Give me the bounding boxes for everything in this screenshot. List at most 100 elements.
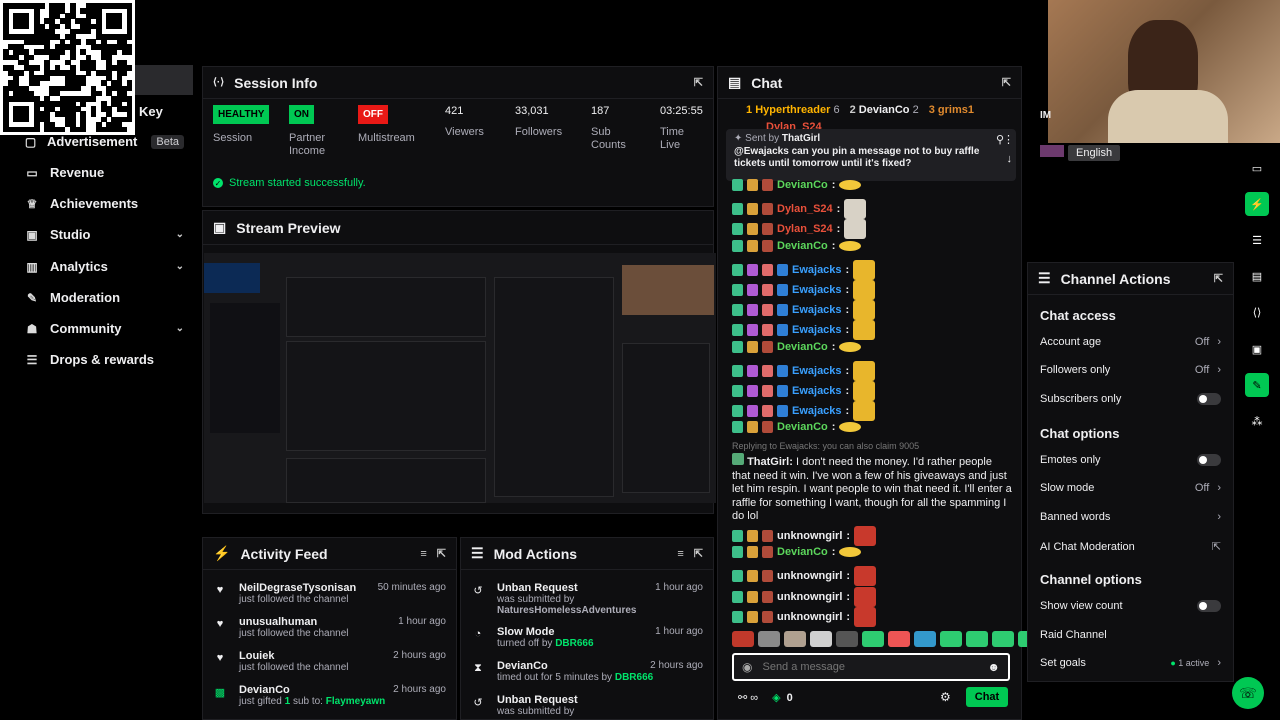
chat-user[interactable]: Ewajacks [792,405,842,417]
sidebar-item-revenue[interactable]: ▭ Revenue [24,165,184,180]
emote-option[interactable] [940,631,962,647]
filter-icon[interactable]: ≡ [677,548,683,560]
sidebar-item-community[interactable]: ☗ Community ⌄ [24,321,184,336]
raid-channel-row[interactable]: Raid Channel [1040,629,1221,641]
chat-user[interactable]: unknowngirl [777,611,842,623]
emote-option[interactable] [758,631,780,647]
sidebar-item-moderation[interactable]: ✎ Moderation [24,290,184,305]
chat-user[interactable]: Ewajacks [792,264,842,276]
popout-icon[interactable]: ⇱ [1214,272,1223,285]
chat-user[interactable]: DevianCo [777,421,828,433]
rail-preview-icon[interactable]: ▣ [1245,337,1269,361]
filter-icon[interactable]: ≡ [420,548,426,560]
panel-title: Channel Actions [1060,270,1171,287]
view-count-toggle[interactable] [1197,600,1221,612]
emote-image [854,586,877,607]
popout-icon[interactable]: ⇱ [694,76,703,89]
emote-option[interactable] [966,631,988,647]
emote-option[interactable] [914,631,936,647]
external-link-icon: ⇱ [1211,541,1221,553]
emote-option[interactable] [992,631,1014,647]
language-badge[interactable]: English [1068,145,1121,161]
chat-user[interactable]: Ewajacks [792,304,842,316]
chat-user[interactable]: DevianCo [777,240,828,252]
rail-list-icon[interactable]: ☰ [1245,228,1269,252]
followers-only-row[interactable]: Followers only Off › [1040,364,1221,376]
rail-code-icon[interactable]: ⟨⟩ [1245,300,1269,324]
stream-preview-video[interactable] [204,253,716,503]
slow-mode-row[interactable]: Slow mode Off › [1040,482,1221,494]
badge-icon [762,530,773,542]
chat-user[interactable]: Dylan_S24 [777,203,833,215]
sidebar-item-key[interactable]: Key [135,104,195,119]
rail-wrench-icon[interactable]: ✎ [1245,373,1269,397]
chat-user[interactable]: DevianCo [777,341,828,353]
popout-icon[interactable]: ⇱ [1002,76,1011,89]
row-label: Set goals [1040,657,1086,669]
ai-moderation-row[interactable]: AI Chat Moderation ⇱ [1040,540,1221,554]
badge-icon [732,263,743,276]
chat-user[interactable]: DevianCo [777,179,828,191]
sidebar-item-advertisement[interactable]: ▢ Advertisement Beta [24,134,184,149]
badge-icon [747,324,758,337]
popout-icon[interactable]: ⇱ [694,547,703,560]
feed-target[interactable]: Flaymeyawn [326,696,385,707]
badge-icon [747,530,758,542]
emote-option[interactable] [810,631,832,647]
mod-target[interactable]: DBR666 [555,638,593,649]
mod-target[interactable]: DBR666 [615,672,653,683]
set-goals-row[interactable]: Set goals ● 1 active › [1040,657,1221,669]
rank-icon: 3 [928,104,935,116]
chat-user[interactable]: Dylan_S24 [777,223,833,235]
chat-user[interactable]: Ewajacks [792,365,842,377]
emote-option[interactable] [732,631,754,647]
chat-user[interactable]: unknowngirl [777,570,842,582]
settings-gear-icon[interactable]: ⚙ [940,690,951,704]
stat-viewers: 421 Viewers [445,105,484,139]
chat-user[interactable]: Ewajacks [792,385,842,397]
arrow-down-icon[interactable]: ↓ [1007,153,1013,165]
sidebar-item-achievements[interactable]: ♕ Achievements [24,196,184,211]
rail-activity-icon[interactable]: ⚡ [1245,192,1269,216]
chat-user[interactable]: DevianCo [777,546,828,558]
chat-user[interactable]: Ewajacks [792,284,842,296]
rail-extra-icon[interactable]: ⁂ [1245,409,1269,433]
mod-target[interactable]: NaturesHomelessAdventures [497,605,703,616]
emote-picker-icon[interactable]: ◉ [742,660,752,674]
share-icon[interactable]: ⚯ ∞ [738,691,758,704]
badge-icon [732,385,743,397]
smile-icon[interactable]: ☻ [987,660,1000,674]
rail-chat-icon[interactable]: ▤ [1245,264,1269,288]
subscribers-only-toggle[interactable] [1197,393,1221,405]
help-chat-button[interactable]: ☏ [1232,677,1264,709]
badge-icon [747,239,758,252]
sidebar-item-studio[interactable]: ▣ Studio ⌄ [24,227,184,242]
list-item: ♥ NeilDegraseTysonisan just followed the c… [213,582,446,605]
account-age-row[interactable]: Account age Off › [1040,336,1221,348]
chat-input[interactable]: ◉☻ [732,653,1010,681]
badge-icon [732,179,743,191]
chat-user[interactable]: Ewajacks [792,324,842,336]
badge-icon [732,324,743,337]
chat-message: Ewajacks: [732,280,876,300]
leader-1[interactable]: 1 Hyperthreader 6 [746,104,840,116]
chat-user[interactable]: unknowngirl [777,530,842,542]
sidebar-item-drops[interactable]: ☰ Drops & rewards [24,352,184,367]
chat-user[interactable]: unknowngirl [777,591,842,603]
leader-3[interactable]: 3 grims1 [929,104,974,116]
rail-session-icon[interactable]: ▭ [1245,156,1269,180]
popout-icon[interactable]: ⇱ [437,547,446,560]
panel-title: Stream Preview [236,219,341,236]
leader-2[interactable]: 2 DevianCo 2 [850,104,919,116]
emote-option[interactable] [784,631,806,647]
banned-words-row[interactable]: Banned words › [1040,511,1221,523]
message-input[interactable] [762,661,978,673]
emotes-only-toggle[interactable] [1197,454,1221,466]
emote-option[interactable] [836,631,858,647]
send-chat-button[interactable]: Chat [966,687,1008,707]
more-icon[interactable]: ⋮ [1003,133,1014,146]
emote-option[interactable] [862,631,884,647]
emote-option[interactable] [888,631,910,647]
chevron-right-icon: › [1217,336,1221,348]
sidebar-item-analytics[interactable]: ▥ Analytics ⌄ [24,259,184,274]
